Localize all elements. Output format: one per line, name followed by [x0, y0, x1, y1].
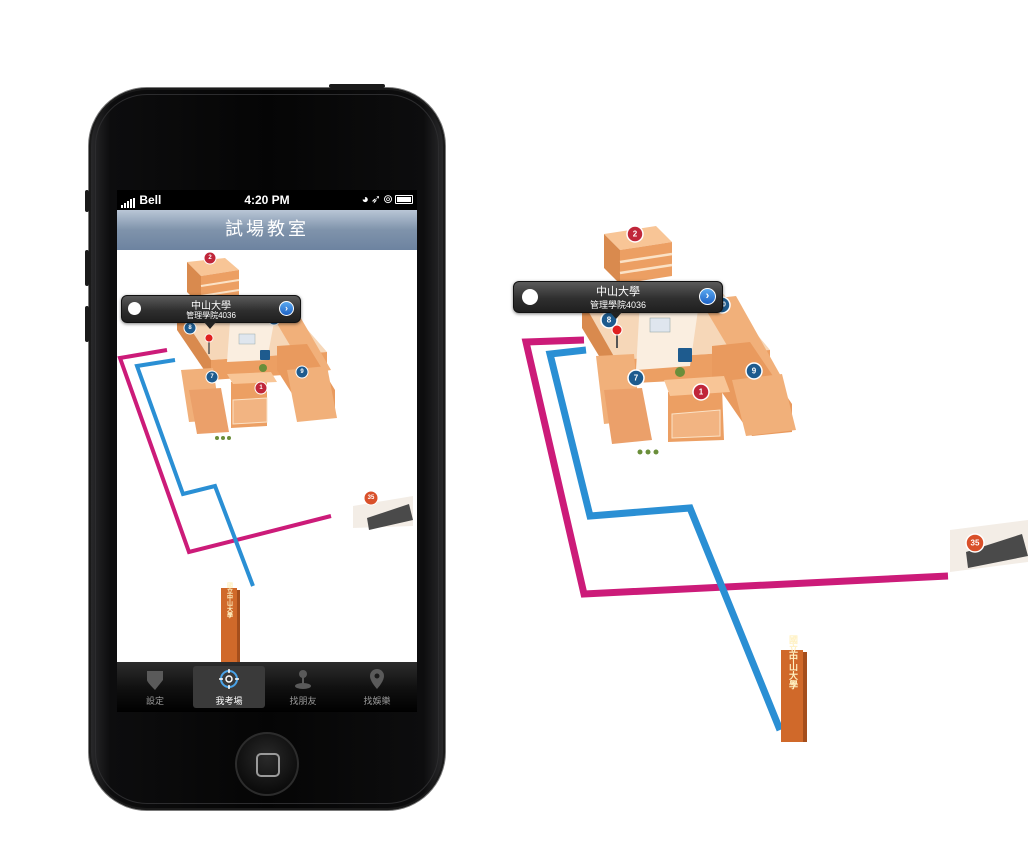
building-35-large: 35 [950, 520, 1028, 572]
campus-map-enlarged: 2 8 10 7 9 1 35 國立中山大學 [521, 225, 1028, 742]
svg-text:9: 9 [752, 367, 757, 376]
monument-sign-large: 國立中山大學 [781, 635, 807, 742]
svg-text:7: 7 [634, 374, 639, 383]
map-marker-1-large: 1 [692, 383, 710, 401]
svg-text:2: 2 [633, 230, 638, 239]
location-callout-large: 中山大學 管理學院4036 › [513, 281, 723, 319]
map-marker-9-large: 9 [745, 362, 763, 380]
callout-subtitle-large: 管理學院4036 [589, 300, 647, 310]
svg-text:35: 35 [971, 539, 980, 548]
svg-text:1: 1 [699, 388, 704, 397]
callout-pointer-large [610, 312, 622, 319]
callout-title-large: 中山大學 [596, 285, 640, 298]
svg-text:國立中山大學: 國立中山大學 [787, 635, 798, 690]
map-marker-2-large: 2 [626, 225, 644, 243]
chevron-right-large-icon: › [699, 288, 716, 305]
map-marker-7-large: 7 [627, 369, 645, 387]
